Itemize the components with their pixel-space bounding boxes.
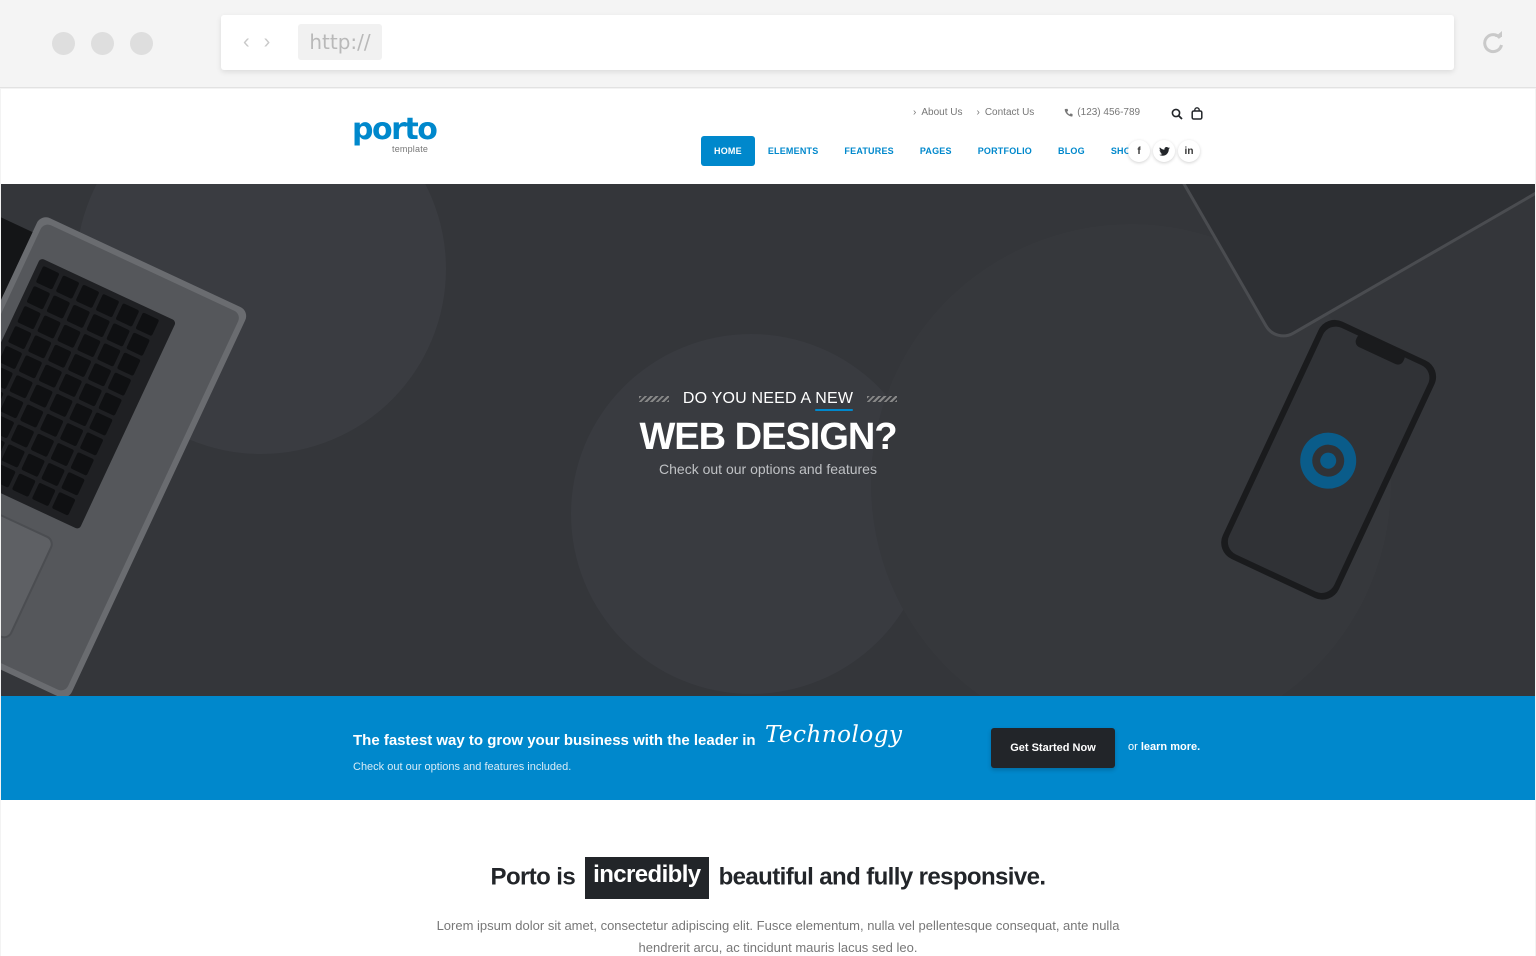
nav-home[interactable]: HOME <box>701 136 755 166</box>
back-arrow-icon[interactable]: ‹ <box>243 30 250 54</box>
search-icon[interactable] <box>1171 108 1183 120</box>
nav-features[interactable]: FEATURES <box>831 136 906 166</box>
cta-subtitle: Check out our options and features inclu… <box>353 761 572 773</box>
phone-number[interactable]: (123) 456-789 <box>1064 107 1140 118</box>
cta-title: The fastest way to grow your business wi… <box>353 732 756 749</box>
get-started-button[interactable]: Get Started Now <box>991 728 1115 768</box>
nav-elements[interactable]: ELEMENTS <box>755 136 832 166</box>
top-links: › About Us › Contact Us (123) 456-789 <box>913 107 1140 118</box>
site-header: porto template › About Us › Contact Us (… <box>1 89 1535 184</box>
logo-tagline: template <box>392 144 429 154</box>
main-navigation: HOME ELEMENTS FEATURES PAGES PORTFOLIO B… <box>701 136 1150 166</box>
hero-subtitle: Check out our options and features <box>659 461 877 477</box>
decorative-stripe <box>867 396 898 402</box>
linkedin-icon[interactable]: in <box>1178 140 1200 162</box>
reload-icon[interactable] <box>1480 30 1506 56</box>
hero-banner: DO YOU NEED A NEW WEB DESIGN? Check out … <box>1 184 1535 696</box>
nav-portfolio[interactable]: PORTFOLIO <box>965 136 1045 166</box>
heading-highlight: incredibly <box>585 857 709 899</box>
forward-arrow-icon[interactable]: › <box>264 30 271 54</box>
minimize-window-dot[interactable] <box>91 32 114 55</box>
section-heading: Porto is incredibly beautiful and fully … <box>1 857 1535 899</box>
learn-more-link[interactable]: learn more. <box>1141 741 1200 753</box>
site-logo[interactable]: porto template <box>352 112 438 155</box>
chevron-right-icon: › <box>913 107 917 118</box>
hero-kicker-highlight: NEW <box>815 390 854 407</box>
chevron-right-icon: › <box>976 107 980 118</box>
hero-kicker-text: DO YOU NEED A <box>682 390 811 407</box>
facebook-icon[interactable]: f <box>1128 140 1150 162</box>
call-to-action-band: The fastest way to grow your business wi… <box>1 696 1535 800</box>
cta-script-word: Technology <box>765 722 903 748</box>
hero-kicker: DO YOU NEED A NEW <box>1 389 1535 408</box>
close-window-dot[interactable] <box>52 32 75 55</box>
logo-wordmark: porto <box>352 112 438 147</box>
hero-title: WEB DESIGN? <box>639 416 897 458</box>
phone-icon <box>1065 108 1073 117</box>
phone-label: (123) 456-789 <box>1077 107 1141 118</box>
top-link-about[interactable]: › About Us <box>913 107 962 118</box>
cta-alt-link: or learn more. <box>1128 741 1200 753</box>
heading-prefix: Porto is <box>490 863 576 891</box>
window-controls <box>52 32 153 55</box>
web-page: porto template › About Us › Contact Us (… <box>1 89 1535 956</box>
social-links: f in <box>1128 140 1200 162</box>
decorative-stripe <box>638 396 669 402</box>
url-field[interactable]: http:// <box>298 24 382 60</box>
cta-or-text: or <box>1128 741 1138 753</box>
twitter-icon[interactable] <box>1153 140 1175 162</box>
top-link-label: Contact Us <box>984 107 1035 118</box>
section-paragraph: Lorem ipsum dolor sit amet, consectetur … <box>436 918 1120 955</box>
maximize-window-dot[interactable] <box>130 32 153 55</box>
browser-chrome: ‹ › http:// <box>0 0 1536 88</box>
address-bar[interactable]: ‹ › http:// <box>221 15 1454 70</box>
cart-bag-icon[interactable] <box>1191 107 1203 120</box>
history-nav: ‹ › <box>243 30 270 54</box>
nav-blog[interactable]: BLOG <box>1045 136 1098 166</box>
nav-pages[interactable]: PAGES <box>907 136 965 166</box>
heading-suffix: beautiful and fully responsive. <box>718 863 1046 891</box>
top-link-contact[interactable]: › Contact Us <box>976 107 1034 118</box>
header-actions <box>1171 107 1203 120</box>
top-link-label: About Us <box>921 107 963 118</box>
